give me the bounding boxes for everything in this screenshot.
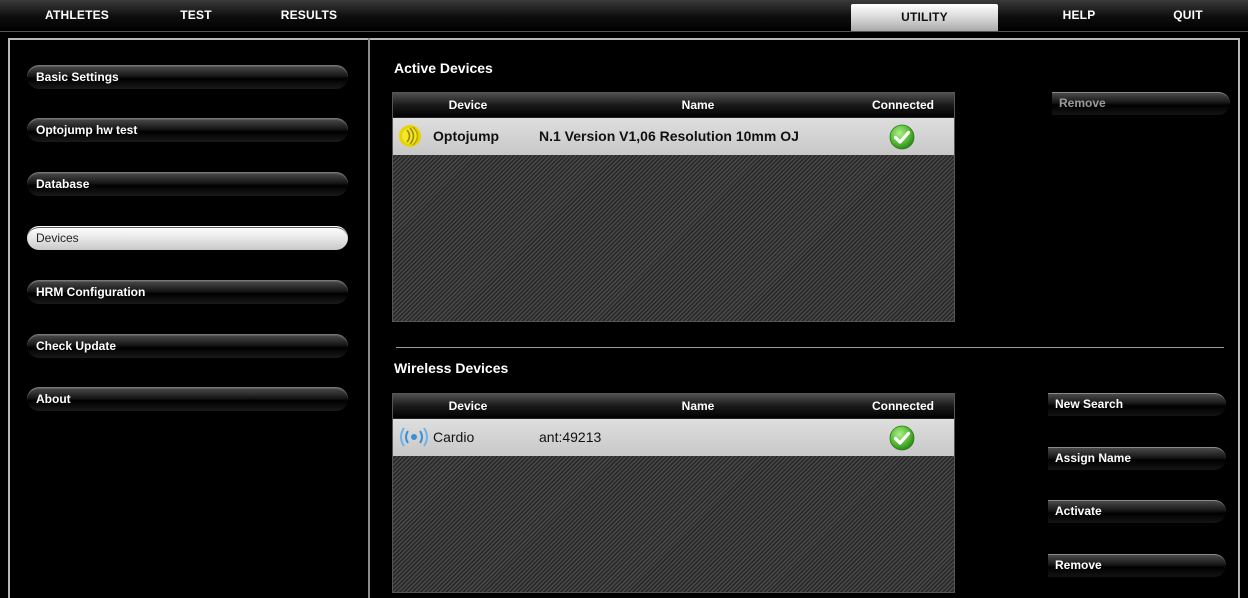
- active-devices-table: Device Name Connected Optojump N.1 Versi…: [392, 92, 955, 322]
- menu-athletes[interactable]: ATHLETES: [42, 0, 112, 31]
- connected-check-icon: [889, 124, 915, 150]
- new-search-button[interactable]: New Search: [1048, 393, 1226, 416]
- column-device: Device: [448, 399, 488, 413]
- optojump-device-icon: [399, 125, 421, 147]
- remove-wireless-device-button[interactable]: Remove: [1048, 554, 1226, 577]
- sidebar-item-about[interactable]: About: [27, 387, 348, 411]
- column-connected: Connected: [871, 399, 934, 413]
- menu-help[interactable]: HELP: [1061, 0, 1097, 31]
- column-connected: Connected: [871, 98, 934, 112]
- wireless-signal-icon: [400, 427, 428, 447]
- table-row[interactable]: Optojump N.1 Version V1,06 Resolution 10…: [393, 118, 954, 155]
- assign-name-button[interactable]: Assign Name: [1048, 447, 1226, 470]
- wireless-devices-table: Device Name Connected Cardio ant:49213: [392, 393, 955, 593]
- device-description: ant:49213: [539, 429, 602, 445]
- wireless-devices-title: Wireless Devices: [394, 360, 509, 376]
- remove-active-device-button[interactable]: Remove: [1052, 92, 1230, 115]
- top-menu-bar: ATHLETES TEST RESULTS UTILITY HELP QUIT: [0, 0, 1248, 32]
- menu-utility[interactable]: UTILITY: [851, 4, 998, 31]
- column-device: Device: [448, 98, 488, 112]
- device-description: N.1 Version V1,06 Resolution 10mm OJ: [539, 128, 799, 144]
- table-row[interactable]: Cardio ant:49213: [393, 419, 954, 456]
- menu-results[interactable]: RESULTS: [280, 0, 338, 31]
- menu-quit[interactable]: QUIT: [1170, 0, 1206, 31]
- sidebar-item-optojump-hw-test[interactable]: Optojump hw test: [27, 118, 348, 142]
- device-name: Optojump: [433, 128, 500, 144]
- section-divider: [396, 347, 1224, 348]
- connected-check-icon: [889, 425, 915, 451]
- device-name: Cardio: [433, 429, 475, 445]
- table-header: Device Name Connected: [393, 93, 954, 118]
- sidebar-item-hrm-configuration[interactable]: HRM Configuration: [27, 280, 348, 304]
- table-header: Device Name Connected: [393, 394, 954, 419]
- sidebar-item-basic-settings[interactable]: Basic Settings: [27, 65, 348, 89]
- activate-button[interactable]: Activate: [1048, 500, 1226, 523]
- sidebar-item-devices[interactable]: Devices: [27, 226, 348, 250]
- sidebar-item-database[interactable]: Database: [27, 172, 348, 196]
- sidebar-item-check-update[interactable]: Check Update: [27, 334, 348, 358]
- active-devices-title: Active Devices: [394, 60, 493, 76]
- menu-test[interactable]: TEST: [176, 0, 216, 31]
- column-name: Name: [681, 399, 715, 413]
- column-name: Name: [681, 98, 715, 112]
